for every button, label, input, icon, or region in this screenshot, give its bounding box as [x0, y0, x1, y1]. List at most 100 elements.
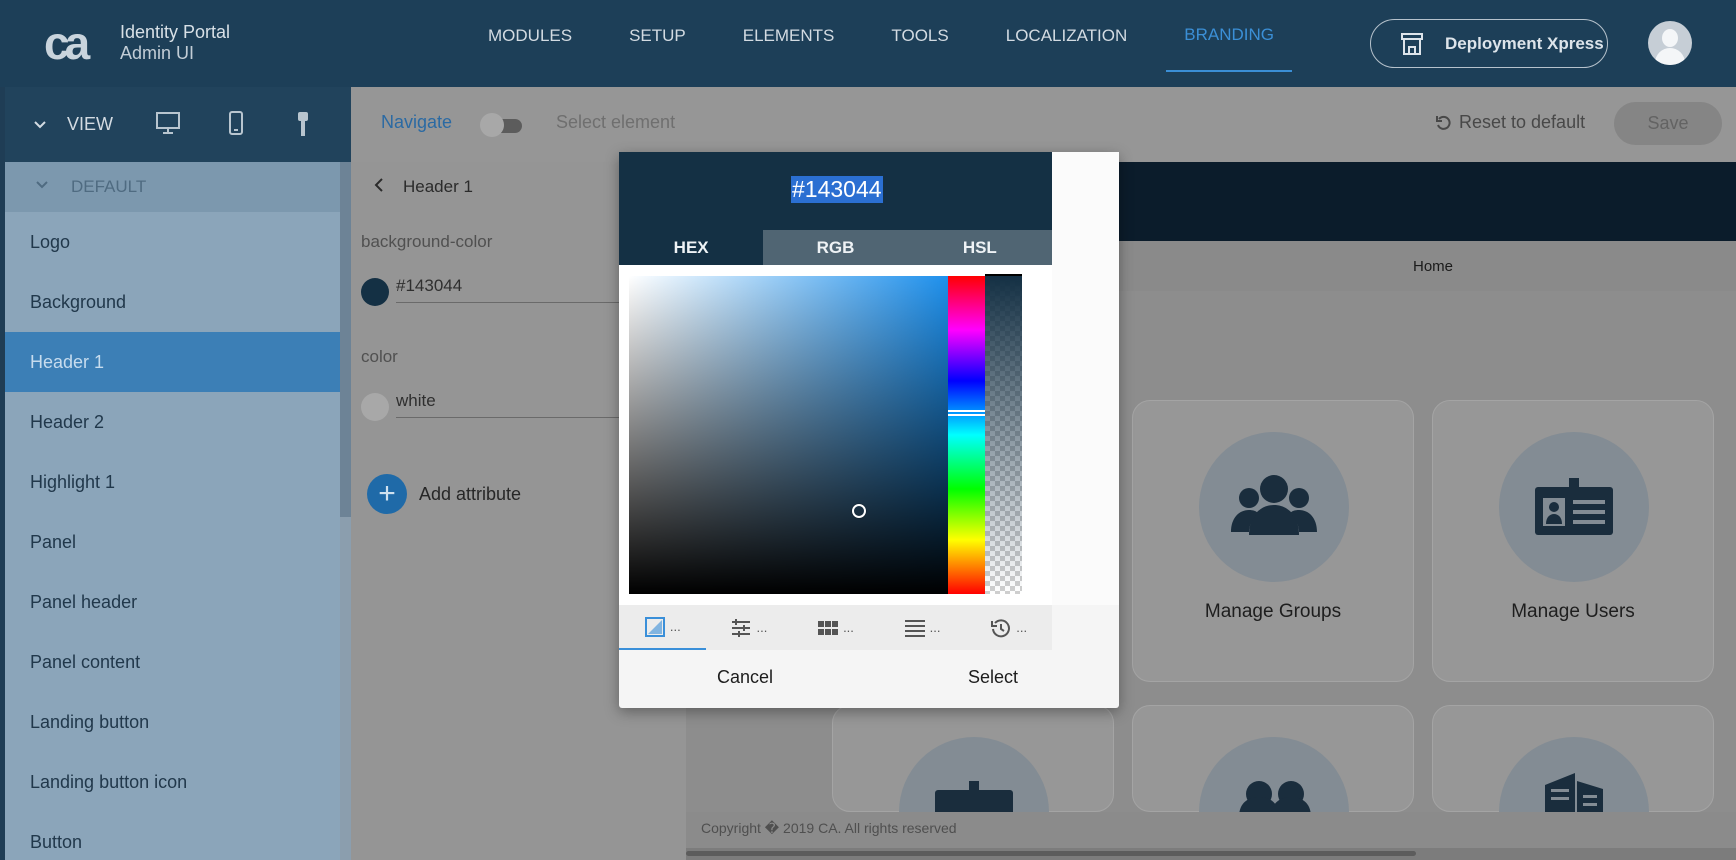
- sidebar-section-default[interactable]: DEFAULT: [5, 162, 340, 212]
- app-title: Identity Portal Admin UI: [120, 22, 230, 64]
- tile-manage-users[interactable]: Manage Users: [1432, 400, 1714, 682]
- sidebar-item-panel-content[interactable]: Panel content: [5, 632, 340, 692]
- reset-to-default-button[interactable]: Reset to default: [1435, 112, 1585, 133]
- sidebar-item-landing-button-icon[interactable]: Landing button icon: [5, 752, 340, 812]
- tile-two-users[interactable]: [1132, 705, 1414, 813]
- deployment-xpress-button[interactable]: Deployment Xpress: [1370, 19, 1608, 68]
- attr-value-color[interactable]: white: [396, 391, 436, 411]
- view-label: VIEW: [67, 114, 114, 134]
- tile-label: Manage Groups: [1204, 601, 1342, 622]
- save-button[interactable]: Save: [1614, 102, 1722, 145]
- tile-identity[interactable]: [832, 705, 1114, 813]
- sidebar-item-landing-button[interactable]: Landing button: [5, 692, 340, 752]
- mode-history[interactable]: ...: [965, 605, 1052, 650]
- color-cursor[interactable]: [852, 504, 866, 518]
- sidebar: DEFAULT Logo Background Header 1 Header …: [5, 162, 340, 860]
- plus-icon: +: [367, 474, 407, 514]
- preview-horizontal-scrollbar[interactable]: [686, 848, 1736, 860]
- background-color-swatch[interactable]: [361, 278, 389, 306]
- app-title-line1: Identity Portal: [120, 22, 231, 42]
- preview-header[interactable]: [1118, 162, 1736, 241]
- tab-hex[interactable]: HEX: [619, 230, 764, 265]
- mode-swatch-grid[interactable]: ...: [792, 605, 879, 650]
- cancel-button[interactable]: Cancel: [717, 667, 773, 688]
- users-group-icon: [1199, 432, 1349, 582]
- navigate-link[interactable]: Navigate: [381, 112, 452, 133]
- tab-hsl[interactable]: HSL: [908, 230, 1052, 265]
- select-button[interactable]: Select: [968, 667, 1018, 688]
- color-swatch[interactable]: [361, 393, 389, 421]
- dialog-side-area: [1052, 152, 1119, 605]
- user-avatar-icon[interactable]: [1648, 21, 1692, 65]
- brush-icon[interactable]: [295, 110, 311, 143]
- mode-gradient-palette[interactable]: ...: [619, 605, 706, 650]
- hue-slider[interactable]: [948, 276, 985, 594]
- nav-branding[interactable]: BRANDING: [1166, 0, 1293, 72]
- alpha-slider[interactable]: [985, 274, 1022, 594]
- app-title-line2: Admin UI: [120, 43, 195, 63]
- deployment-xpress-label: Deployment Xpress: [1445, 33, 1604, 53]
- back-arrow-icon[interactable]: [373, 177, 385, 198]
- sidebar-scrollbar-thumb[interactable]: [340, 162, 351, 517]
- sidebar-item-header-2[interactable]: Header 2: [5, 392, 340, 452]
- ca-logo: ca: [44, 17, 90, 69]
- attr-value-background-color[interactable]: #143044: [396, 276, 462, 296]
- id-badge-icon: [1499, 432, 1649, 582]
- sidebar-item-logo[interactable]: Logo: [5, 212, 340, 272]
- tile-buildings[interactable]: [1432, 705, 1714, 813]
- scrollbar-thumb[interactable]: [686, 851, 1416, 856]
- list-icon: [904, 617, 926, 639]
- dialog-actions: Cancel Select: [619, 650, 1119, 708]
- mobile-icon[interactable]: [227, 110, 245, 141]
- nav-modules[interactable]: MODULES: [470, 0, 590, 72]
- store-icon: [1399, 32, 1425, 56]
- tile-manage-groups[interactable]: Manage Groups: [1132, 400, 1414, 682]
- sidebar-section-label: DEFAULT: [71, 177, 147, 196]
- sidebar-item-header-1[interactable]: Header 1: [5, 332, 340, 392]
- nav-setup[interactable]: SETUP: [611, 0, 704, 72]
- attr-name-background-color: background-color: [361, 232, 493, 251]
- nav-elements[interactable]: ELEMENTS: [725, 0, 853, 72]
- color-format-tabs: HEX RGB HSL: [619, 230, 1052, 265]
- chevron-down-icon[interactable]: [33, 118, 47, 132]
- add-attribute-button[interactable]: + Add attribute: [367, 474, 521, 514]
- nav-localization[interactable]: LOCALIZATION: [988, 0, 1146, 72]
- top-header: ca Identity Portal Admin UI MODULES SETU…: [0, 0, 1736, 87]
- navigate-select-toggle[interactable]: [480, 113, 524, 137]
- sidebar-scrollbar-track[interactable]: [340, 517, 351, 860]
- hue-handle[interactable]: [948, 410, 985, 416]
- sidebar-list: Logo Background Header 1 Header 2 Highli…: [5, 212, 340, 860]
- reset-label: Reset to default: [1459, 112, 1586, 132]
- nav-tools[interactable]: TOOLS: [873, 0, 966, 72]
- color-picker-header: #143044: [619, 152, 1052, 230]
- select-element-label[interactable]: Select element: [556, 112, 675, 133]
- main-nav: MODULES SETUP ELEMENTS TOOLS LOCALIZATIO…: [470, 0, 1313, 87]
- color-picker-dialog: #143044 HEX RGB HSL ... ... ... ... ... …: [619, 152, 1119, 708]
- desktop-icon[interactable]: [155, 110, 181, 141]
- mode-list[interactable]: ...: [879, 605, 966, 650]
- picker-mode-bar: ... ... ... ... ...: [619, 605, 1052, 650]
- sliders-icon: [730, 617, 752, 639]
- preview-breadcrumb: Home: [1118, 241, 1736, 291]
- tab-rgb[interactable]: RGB: [763, 230, 907, 265]
- mode-sliders[interactable]: ...: [706, 605, 793, 650]
- breadcrumb-home[interactable]: Home: [1413, 258, 1453, 275]
- chevron-down-icon: [35, 177, 49, 197]
- sidebar-item-button[interactable]: Button: [5, 812, 340, 860]
- grid-swatches-icon: [817, 617, 839, 639]
- sidebar-item-panel[interactable]: Panel: [5, 512, 340, 572]
- view-bar: VIEW: [5, 87, 351, 162]
- gradient-palette-icon: [644, 616, 666, 638]
- preview-footer: Copyright � 2019 CA. All rights reserved: [686, 812, 1736, 848]
- attribute-panel-title: Header 1: [403, 177, 473, 196]
- history-icon: [990, 617, 1012, 639]
- tile-label: Manage Users: [1511, 601, 1635, 622]
- copyright-text: Copyright � 2019 CA. All rights reserved: [701, 820, 957, 836]
- buildings-icon: [1499, 737, 1649, 813]
- sidebar-item-highlight-1[interactable]: Highlight 1: [5, 452, 340, 512]
- sidebar-item-panel-header[interactable]: Panel header: [5, 572, 340, 632]
- sidebar-item-background[interactable]: Background: [5, 272, 340, 332]
- alpha-handle[interactable]: [985, 274, 1022, 278]
- saturation-value-area[interactable]: [629, 276, 948, 594]
- hex-value-input[interactable]: #143044: [791, 176, 883, 203]
